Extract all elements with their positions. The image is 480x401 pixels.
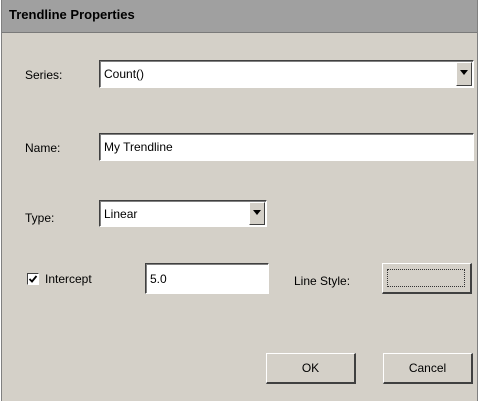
line-style-label: Line Style: <box>294 274 351 288</box>
ok-button[interactable]: OK <box>266 353 356 384</box>
intercept-checkbox[interactable] <box>27 273 39 285</box>
name-label: Name: <box>25 141 61 155</box>
series-dropdown-button[interactable] <box>456 62 472 86</box>
name-value: My Trendline <box>104 140 173 154</box>
name-field[interactable]: My Trendline <box>99 133 474 161</box>
chevron-down-icon <box>460 70 468 75</box>
dialog-title: Trendline Properties <box>9 7 135 22</box>
intercept-field[interactable]: 5.0 <box>145 263 269 294</box>
title-bar: Trendline Properties <box>2 0 477 33</box>
line-style-preview <box>387 269 465 287</box>
series-dropdown[interactable]: Count() <box>99 60 474 88</box>
chevron-down-icon <box>253 210 261 215</box>
series-label: Series: <box>25 68 63 82</box>
series-value: Count() <box>104 67 145 81</box>
trendline-properties-dialog: Trendline Properties Series: Count() Nam… <box>1 0 478 401</box>
type-dropdown[interactable]: Linear <box>99 200 267 227</box>
type-label: Type: <box>25 211 55 225</box>
ok-button-label: OK <box>301 361 320 375</box>
type-value: Linear <box>104 206 138 221</box>
cancel-button-label: Cancel <box>408 361 447 375</box>
line-style-button[interactable] <box>382 263 472 294</box>
checkmark-icon <box>28 275 38 283</box>
type-dropdown-button[interactable] <box>249 202 265 225</box>
intercept-label: Intercept <box>45 272 92 286</box>
intercept-value: 5.0 <box>150 271 167 286</box>
cancel-button[interactable]: Cancel <box>383 353 473 384</box>
